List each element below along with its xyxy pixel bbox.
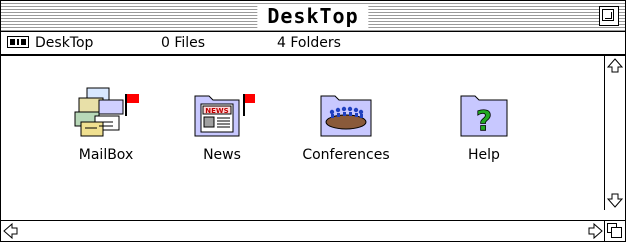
help-folder-icon: ? — [460, 95, 508, 137]
window-title: DeskTop — [257, 4, 369, 28]
folder-item-help[interactable]: ? Help — [429, 86, 539, 164]
folder-label: News — [203, 147, 241, 163]
folder-item-conferences[interactable]: Conferences — [291, 86, 401, 164]
zoom-box-button[interactable] — [599, 6, 619, 26]
scroll-up-arrow-icon[interactable] — [606, 57, 624, 75]
scroll-left-arrow-icon[interactable] — [2, 222, 20, 240]
svg-text:?: ? — [476, 104, 492, 137]
scroll-down-arrow-icon[interactable] — [606, 191, 624, 209]
file-count: 0 Files — [161, 35, 206, 51]
zoom-box-icon — [602, 9, 614, 21]
folder-label: Help — [468, 147, 500, 163]
flag-icon — [127, 94, 139, 103]
horizontal-scrollbar[interactable] — [1, 220, 605, 241]
title-bar[interactable]: DeskTop — [1, 1, 625, 32]
conferences-folder-icon — [320, 95, 372, 137]
folder-label: MailBox — [78, 147, 134, 163]
folder-content-area: MailBox NEWS News Conferences ? Help — [1, 56, 605, 210]
resize-grip-icon — [607, 223, 622, 238]
folder-label: Conferences — [302, 147, 390, 163]
svg-text:NEWS: NEWS — [205, 107, 228, 115]
flag-icon — [245, 94, 255, 103]
vertical-scrollbar[interactable] — [604, 56, 625, 210]
mailbox-folder-icon — [74, 87, 139, 137]
disk-drive-icon — [7, 36, 29, 48]
finder-window: DeskTop DeskTop 0 Files 4 Folders MailBo… — [0, 0, 626, 242]
location-label: DeskTop — [35, 35, 94, 51]
scroll-right-arrow-icon[interactable] — [586, 222, 604, 240]
info-bar: DeskTop 0 Files 4 Folders — [1, 32, 625, 56]
folder-count: 4 Folders — [277, 35, 341, 51]
folder-item-news[interactable]: NEWS News — [167, 86, 277, 164]
size-box[interactable] — [604, 220, 625, 241]
news-folder-icon: NEWS — [194, 94, 255, 137]
folder-item-mailbox[interactable]: MailBox — [51, 86, 161, 164]
